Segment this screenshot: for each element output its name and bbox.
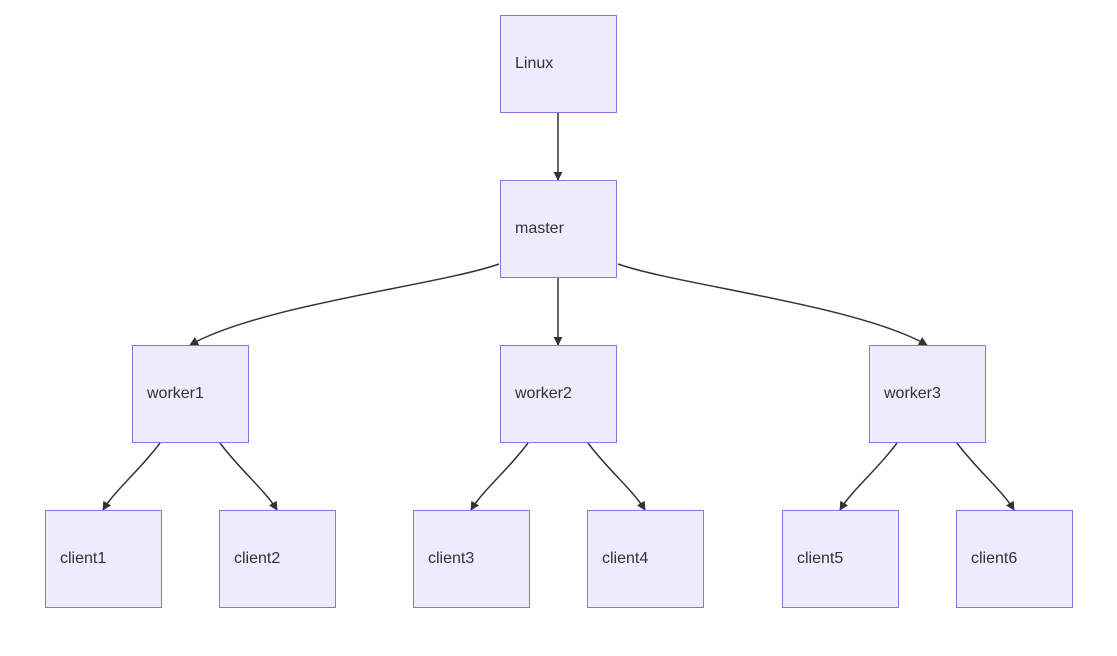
edge-worker2-client3 bbox=[471, 443, 528, 510]
node-client1: client1 bbox=[45, 510, 162, 608]
node-worker2: worker2 bbox=[500, 345, 617, 443]
node-client3-label: client3 bbox=[428, 550, 474, 568]
node-worker3-label: worker3 bbox=[884, 385, 941, 403]
node-client4: client4 bbox=[587, 510, 704, 608]
edge-worker1-client2 bbox=[220, 443, 277, 510]
node-worker1-label: worker1 bbox=[147, 385, 204, 403]
node-linux-label: Linux bbox=[515, 55, 553, 73]
node-client5-label: client5 bbox=[797, 550, 843, 568]
node-linux: Linux bbox=[500, 15, 617, 113]
node-client4-label: client4 bbox=[602, 550, 648, 568]
node-master-label: master bbox=[515, 220, 564, 238]
edge-worker1-client1 bbox=[103, 443, 160, 510]
edge-master-worker3 bbox=[618, 264, 927, 345]
edge-worker2-client4 bbox=[588, 443, 645, 510]
node-client5: client5 bbox=[782, 510, 899, 608]
edge-master-worker1 bbox=[190, 264, 499, 345]
node-client6: client6 bbox=[956, 510, 1073, 608]
node-client6-label: client6 bbox=[971, 550, 1017, 568]
node-worker3: worker3 bbox=[869, 345, 986, 443]
node-client2-label: client2 bbox=[234, 550, 280, 568]
node-client2: client2 bbox=[219, 510, 336, 608]
node-worker1: worker1 bbox=[132, 345, 249, 443]
node-client3: client3 bbox=[413, 510, 530, 608]
node-master: master bbox=[500, 180, 617, 278]
edge-worker3-client5 bbox=[840, 443, 897, 510]
node-client1-label: client1 bbox=[60, 550, 106, 568]
edge-worker3-client6 bbox=[957, 443, 1014, 510]
node-worker2-label: worker2 bbox=[515, 385, 572, 403]
